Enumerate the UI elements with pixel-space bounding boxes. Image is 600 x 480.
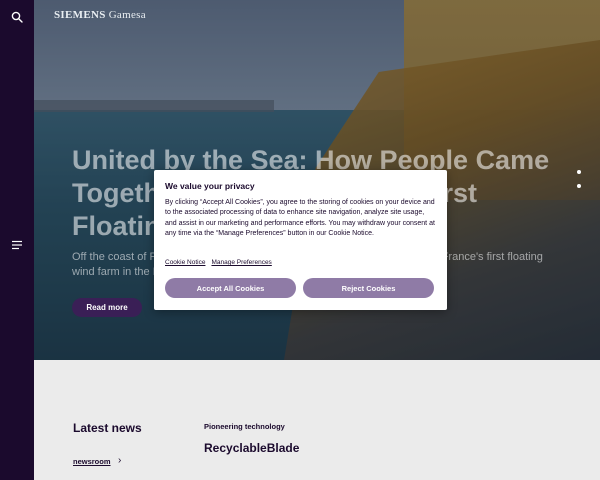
read-more-button[interactable]: Read more [72,298,142,317]
latest-news-heading: Latest news [73,421,142,435]
cookie-consent-dialog: We value your privacy By clicking “Accep… [154,170,447,310]
cookie-notice-link[interactable]: Cookie Notice [165,259,205,266]
site-logo[interactable]: SIEMENS Gamesa [54,9,146,21]
cookie-dialog-links: Cookie Notice Manage Preferences [165,259,272,266]
manage-preferences-link[interactable]: Manage Preferences [211,259,271,266]
cookie-dialog-title: We value your privacy [165,181,255,191]
logo-secondary: Gamesa [108,9,146,21]
sidebar [0,0,34,480]
cookie-dialog-body: By clicking “Accept All Cookies”, you ag… [165,199,435,238]
chevron-right-icon[interactable]: › [118,455,121,466]
hamburger-menu-icon[interactable] [9,237,25,253]
slide-dot[interactable] [577,170,581,174]
slide-dot[interactable] [577,184,581,188]
news-headline[interactable]: RecyclableBlade [204,441,299,455]
slide-pagination [577,170,581,188]
reject-cookies-button[interactable]: Reject Cookies [303,278,434,298]
logo-primary: SIEMENS [54,9,106,21]
accept-all-cookies-button[interactable]: Accept All Cookies [165,278,296,298]
latest-news-section: Latest news newsroom › Pioneering techno… [34,360,600,480]
news-category: Pioneering technology [204,422,285,431]
search-icon[interactable] [9,9,25,25]
newsroom-link[interactable]: newsroom [73,457,111,466]
